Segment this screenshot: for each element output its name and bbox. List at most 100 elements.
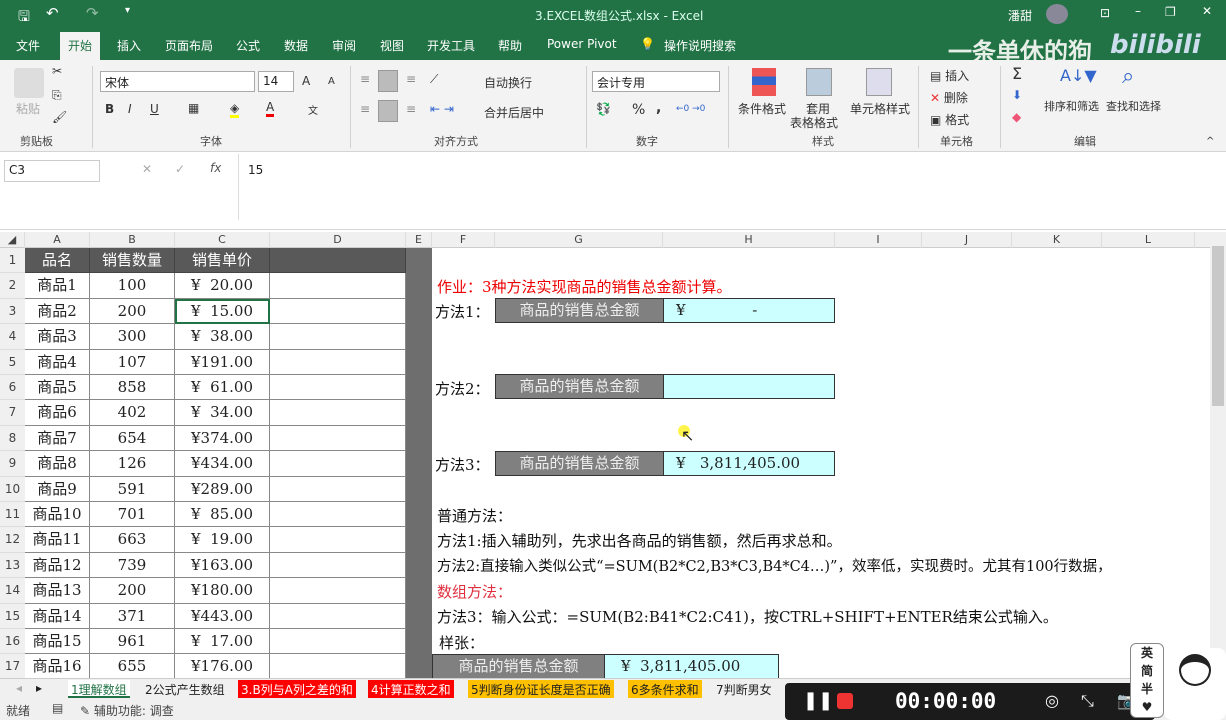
conditional-format-icon[interactable] xyxy=(752,68,776,96)
sheet-tab-2[interactable]: 2公式产生数组 xyxy=(142,680,228,698)
total-value-1[interactable]: ¥ - xyxy=(663,298,835,323)
sort-filter-icon[interactable]: A↓▼ xyxy=(1060,66,1097,85)
data-cell[interactable]: 商品2 xyxy=(25,298,90,325)
format-table-icon[interactable] xyxy=(806,68,832,96)
sample-total-label[interactable]: 商品的销售总金额 xyxy=(432,654,605,679)
data-cell[interactable]: ¥ 61.00 xyxy=(175,375,270,401)
data-cell[interactable]: ¥ 34.00 xyxy=(175,400,270,426)
ime-indicator[interactable]: 英简半 ♥ xyxy=(1130,643,1164,718)
comma-button[interactable]: , xyxy=(656,100,661,116)
pause-icon[interactable]: ❚❚ xyxy=(803,690,833,711)
collapse-ribbon-icon[interactable]: ^ xyxy=(1206,136,1214,147)
decimal-icons[interactable]: ←0 →0 xyxy=(676,104,705,114)
data-cell[interactable] xyxy=(270,425,406,452)
data-cell[interactable]: 商品9 xyxy=(25,476,90,502)
copy-icon[interactable]: ⎘ xyxy=(52,88,62,103)
row-header[interactable]: 11 xyxy=(0,502,25,528)
italic-button[interactable]: I xyxy=(128,102,132,116)
row-header[interactable]: 9 xyxy=(0,451,25,477)
shrink-font-icon[interactable]: A xyxy=(328,76,335,87)
data-cell[interactable]: 739 xyxy=(90,552,175,579)
column-header-C[interactable]: C xyxy=(175,232,270,248)
cancel-icon[interactable]: ✕ xyxy=(142,162,152,176)
wrap-text-button[interactable]: 自动换行 xyxy=(484,74,532,91)
cell-styles-icon[interactable] xyxy=(866,68,892,96)
data-cell[interactable] xyxy=(270,527,406,553)
column-header-F[interactable]: F xyxy=(432,232,495,248)
column-header-K[interactable]: K xyxy=(1012,232,1102,248)
tab-insert[interactable]: 插入 xyxy=(117,37,141,54)
data-cell[interactable]: 126 xyxy=(90,451,175,477)
tab-home[interactable]: 开始 xyxy=(60,32,101,60)
data-cell[interactable]: 商品11 xyxy=(25,527,90,553)
data-cell[interactable]: ¥180.00 xyxy=(175,578,270,604)
data-cell[interactable] xyxy=(270,324,406,350)
data-cell[interactable]: ¥ 17.00 xyxy=(175,629,270,655)
prev-sheet-icon[interactable]: ◂ xyxy=(16,681,22,695)
percent-button[interactable]: % xyxy=(632,102,645,118)
data-cell[interactable] xyxy=(270,502,406,528)
data-cell[interactable]: ¥289.00 xyxy=(175,476,270,502)
maximize-icon[interactable]: ❐ xyxy=(1165,5,1176,19)
column-header-D[interactable]: D xyxy=(270,232,406,248)
cell-styles-button[interactable]: 单元格样式 xyxy=(850,100,910,117)
sample-total-value[interactable]: ¥ 3,811,405.00 xyxy=(604,654,779,679)
header-cell[interactable]: 品名 xyxy=(25,248,90,274)
row-header[interactable]: 12 xyxy=(0,527,25,553)
data-cell[interactable] xyxy=(270,349,406,375)
data-cell[interactable]: 商品16 xyxy=(25,654,90,680)
data-cell[interactable]: 371 xyxy=(90,603,175,629)
data-cell[interactable]: 商品8 xyxy=(25,451,90,477)
data-cell[interactable]: ¥ 85.00 xyxy=(175,502,270,528)
tab-power-pivot[interactable]: Power Pivot xyxy=(547,37,617,51)
paste-button[interactable]: 粘贴 xyxy=(16,100,40,117)
tab-developer[interactable]: 开发工具 xyxy=(427,37,475,54)
data-cell[interactable]: ¥191.00 xyxy=(175,349,270,375)
data-cell[interactable]: 300 xyxy=(90,324,175,350)
row-header[interactable]: 16 xyxy=(0,629,25,655)
tab-view[interactable]: 视图 xyxy=(380,37,404,54)
enter-icon[interactable]: ✓ xyxy=(175,162,185,176)
top-align-icon[interactable]: ≡ xyxy=(360,72,370,86)
insert-function-button[interactable]: fx xyxy=(210,161,221,175)
data-cell[interactable] xyxy=(270,400,406,426)
cut-icon[interactable]: ✂ xyxy=(52,64,62,78)
total-label-3[interactable]: 商品的销售总金额 xyxy=(495,451,664,476)
data-cell[interactable]: 961 xyxy=(90,629,175,655)
row-header[interactable]: 4 xyxy=(0,324,25,350)
data-cell[interactable] xyxy=(270,629,406,655)
vertical-scrollbar[interactable] xyxy=(1210,232,1226,678)
data-cell[interactable] xyxy=(270,273,406,299)
row-header[interactable]: 5 xyxy=(0,349,25,375)
sheet-tab-3[interactable]: 3.B列与A列之差的和 xyxy=(238,680,356,698)
column-header-J[interactable]: J xyxy=(922,232,1012,248)
data-cell[interactable]: ¥374.00 xyxy=(175,425,270,452)
camera-mode-icon[interactable]: ◎ xyxy=(1045,691,1059,710)
format-cells-button[interactable]: ▣ 格式 xyxy=(930,111,969,128)
column-header-B[interactable]: B xyxy=(90,232,175,248)
row-header[interactable]: 13 xyxy=(0,552,25,579)
format-table-button-line2[interactable]: 表格格式 xyxy=(790,114,838,131)
sheet-tab-7[interactable]: 7判断男女 xyxy=(713,680,775,698)
merge-center-button[interactable]: 合并后居中 xyxy=(484,104,544,121)
undo-icon[interactable]: ↶ xyxy=(46,4,59,22)
autosum-button[interactable]: Σ xyxy=(1012,64,1022,83)
total-label-2[interactable]: 商品的销售总金额 xyxy=(495,374,664,399)
total-value-3[interactable]: ¥ 3,811,405.00 xyxy=(663,451,835,476)
font-size-select[interactable]: 14 xyxy=(258,71,294,92)
bottom-align-icon[interactable]: ≡ xyxy=(406,72,416,86)
data-cell[interactable]: 100 xyxy=(90,273,175,299)
bold-button[interactable]: B xyxy=(105,102,114,116)
stop-icon[interactable] xyxy=(837,693,853,709)
column-header-G[interactable]: G xyxy=(495,232,663,248)
data-cell[interactable]: 商品7 xyxy=(25,425,90,452)
sheet-tab-6[interactable]: 6多条件求和 xyxy=(628,680,702,698)
data-cell[interactable]: 654 xyxy=(90,425,175,452)
column-header-H[interactable]: H xyxy=(663,232,835,248)
sort-filter-button[interactable]: 排序和筛选 xyxy=(1044,98,1099,114)
data-cell[interactable]: 商品12 xyxy=(25,552,90,579)
grow-font-icon[interactable]: A xyxy=(302,74,310,88)
sheet-tab-4[interactable]: 4计算正数之和 xyxy=(368,680,454,698)
name-box[interactable]: C3 xyxy=(4,160,100,182)
row-header[interactable]: 15 xyxy=(0,603,25,629)
